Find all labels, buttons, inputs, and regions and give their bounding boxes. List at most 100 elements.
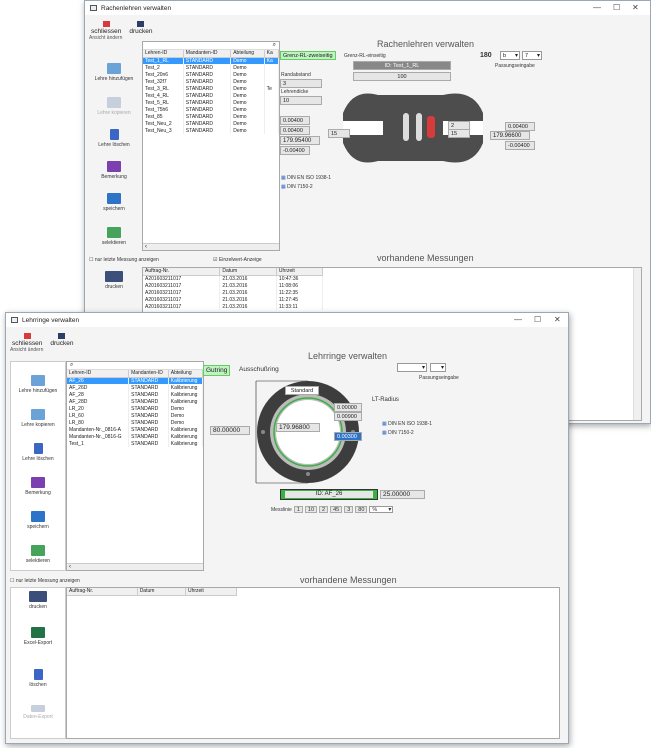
table-row[interactable]: Test_85 STANDARD Demo bbox=[143, 113, 279, 120]
left-lower-tol[interactable]: -0.00400 bbox=[280, 146, 310, 155]
save-button[interactable]: speichern bbox=[13, 511, 63, 530]
delete-gauge-button[interactable]: Lehre löschen bbox=[89, 129, 139, 148]
ml-2[interactable]: 10 bbox=[304, 506, 318, 513]
table-row[interactable]: AF_28D STANDARD Kalibrierung bbox=[67, 398, 203, 405]
ml-1[interactable]: 1 bbox=[293, 506, 303, 513]
minimize-icon[interactable]: — bbox=[593, 3, 601, 12]
data-export-button[interactable]: Daten-Export bbox=[13, 705, 63, 720]
table-row[interactable]: LR_60 STANDARD Demo bbox=[67, 412, 203, 419]
right-upper-tol[interactable]: 0.00400 bbox=[505, 122, 535, 131]
print-measure-button[interactable]: drucken bbox=[13, 591, 63, 610]
table-row[interactable]: Test_Neu_2 STANDARD Demo bbox=[143, 120, 279, 127]
copy-gauge-button[interactable]: Lehre kopieren bbox=[89, 97, 139, 116]
col-header[interactable]: Abteilung bbox=[230, 50, 265, 58]
ml-6[interactable]: 80 bbox=[355, 506, 368, 513]
close-icon[interactable]: ✕ bbox=[632, 3, 639, 12]
excel-export-button[interactable]: Excel-Export bbox=[13, 627, 63, 646]
col-header[interactable]: Datum bbox=[219, 268, 277, 276]
lower-tol[interactable]: 0.00900 bbox=[334, 412, 362, 421]
table-row[interactable]: A201603211017 21.03.2016 11:27:45 bbox=[143, 296, 324, 303]
remark-button[interactable]: Bemerkung bbox=[89, 161, 139, 180]
table-row[interactable]: Test_32f7 STANDARD Demo bbox=[143, 78, 279, 85]
print-button[interactable]: drucken bbox=[129, 21, 152, 35]
print-measure-button[interactable]: drucken bbox=[89, 271, 139, 290]
delete-gauge-button[interactable]: Lehre löschen bbox=[13, 443, 63, 462]
add-gauge-button[interactable]: Lehre hinzufügen bbox=[13, 375, 63, 394]
table-row[interactable]: A201603211017 21.03.2016 11:08:06 bbox=[143, 282, 324, 289]
table-row[interactable]: Test_1 STANDARD Kalibrierung bbox=[67, 440, 203, 447]
view-menu[interactable]: Ansicht ändern bbox=[6, 347, 568, 353]
col-header[interactable]: Auftrag-Nr. bbox=[67, 588, 138, 596]
add-gauge-button[interactable]: Lehre hinzufügen bbox=[89, 63, 139, 82]
col-header[interactable]: Abteilung bbox=[168, 370, 203, 378]
table-row[interactable]: Mandanten-Nr._0816-A STANDARD Kalibrierung bbox=[67, 426, 203, 433]
col-header[interactable]: Lehren-ID bbox=[67, 370, 130, 378]
table-row[interactable]: Test_5_RL STANDARD Demo bbox=[143, 99, 279, 106]
table-row[interactable]: Test_4_RL STANDARD Demo bbox=[143, 92, 279, 99]
norm-link-1[interactable]: ▦ DIN EN ISO 1938-1 bbox=[382, 421, 432, 427]
left-upper-tol-1[interactable]: 0.00400 bbox=[280, 116, 310, 125]
left-width[interactable]: 15 bbox=[328, 129, 350, 138]
delete-measure-button[interactable]: löschen bbox=[13, 669, 63, 688]
horizontal-scrollbar[interactable]: ‹ bbox=[143, 243, 279, 250]
single-value-checkbox[interactable]: ☑ Einzelwert-Anzeige bbox=[213, 257, 262, 263]
fit-combo-2[interactable] bbox=[430, 363, 446, 372]
edge-distance-field[interactable]: 3 bbox=[280, 79, 322, 88]
outer-diameter[interactable]: 80.00000 bbox=[210, 426, 250, 435]
right-lower-tol[interactable]: -0.00400 bbox=[505, 141, 535, 150]
print-button[interactable]: drucken bbox=[50, 333, 73, 347]
last-measure-checkbox[interactable]: ☐ nur letzte Messung anzeigen bbox=[89, 257, 159, 263]
table-row[interactable]: Test_Neu_3 STANDARD Demo bbox=[143, 127, 279, 134]
norm-link-2[interactable]: ▦ DIN 7150-2 bbox=[281, 184, 313, 190]
ml-3[interactable]: 2 bbox=[319, 506, 329, 513]
search-icon[interactable]: ⌕ bbox=[67, 362, 203, 370]
fit-combo-b[interactable]: b bbox=[500, 51, 520, 60]
ring-width[interactable]: 25.00000 bbox=[380, 490, 425, 499]
save-button[interactable]: speichern bbox=[89, 193, 139, 212]
table-row[interactable]: Test_1_RL STANDARD Demo Ka bbox=[143, 57, 279, 64]
table-row[interactable]: LR_80 STANDARD Demo bbox=[67, 419, 203, 426]
minimize-icon[interactable]: — bbox=[514, 315, 522, 324]
ml-unit-combo[interactable]: % bbox=[369, 506, 394, 513]
maximize-icon[interactable]: ☐ bbox=[613, 3, 620, 12]
last-measure-checkbox[interactable]: ☐ nur letzte Messung anzeigen bbox=[10, 578, 80, 584]
col-header[interactable]: Auftrag-Nr. bbox=[143, 268, 221, 276]
table-row[interactable]: AF_28 STANDARD Kalibrierung bbox=[67, 391, 203, 398]
table-row[interactable]: AF_26 STANDARD Kalibrierung bbox=[67, 377, 203, 384]
close-button[interactable]: schliessen bbox=[91, 21, 121, 35]
thickness-field[interactable]: 10 bbox=[280, 96, 322, 105]
search-icon[interactable]: ⌕ bbox=[143, 42, 279, 50]
left-upper-tol-2[interactable]: 0.00400 bbox=[280, 126, 310, 135]
col-header[interactable]: Uhrzeit bbox=[276, 268, 324, 276]
col-header[interactable]: Datum bbox=[137, 588, 186, 596]
tab-good-ring[interactable]: Gutring bbox=[203, 365, 231, 376]
close-icon[interactable]: ✕ bbox=[554, 315, 561, 324]
table-row[interactable]: Test_2 STANDARD Demo bbox=[143, 64, 279, 71]
select-button[interactable]: selektieren bbox=[89, 227, 139, 246]
col-header[interactable]: Ka bbox=[264, 50, 279, 58]
ml-5[interactable]: 3 bbox=[344, 506, 354, 513]
table-row[interactable]: LR_20 STANDARD Demo bbox=[67, 405, 203, 412]
table-row[interactable]: AF_26D STANDARD Kalibrierung bbox=[67, 384, 203, 391]
right-nominal[interactable]: 179.96600 bbox=[490, 131, 530, 140]
table-row[interactable]: Test_75h6 STANDARD Demo bbox=[143, 106, 279, 113]
table-row[interactable]: A201603211017 21.03.2016 11:22:35 bbox=[143, 289, 324, 296]
table-row[interactable]: Mandanten-Nr._0816-G STANDARD Kalibrierung bbox=[67, 433, 203, 440]
col-header[interactable]: Lehren-ID bbox=[143, 50, 184, 58]
tab-reject-ring[interactable]: Ausschußring bbox=[239, 366, 279, 373]
close-button[interactable]: schliessen bbox=[12, 333, 42, 347]
fit-combo-1[interactable] bbox=[397, 363, 427, 372]
norm-link-2[interactable]: ▦ DIN 7150-2 bbox=[382, 430, 414, 436]
nominal-diameter[interactable]: 179.96800 bbox=[276, 423, 320, 432]
table-row[interactable]: A201603211017 21.03.2016 11:33:11 bbox=[143, 303, 324, 310]
norm-link-1[interactable]: ▦ DIN EN ISO 1938-1 bbox=[281, 175, 331, 181]
left-nominal[interactable]: 179.95400 bbox=[280, 136, 320, 145]
maximize-icon[interactable]: ☐ bbox=[534, 315, 541, 324]
table-row[interactable]: A201603211017 21.03.2016 10:47:36 bbox=[143, 275, 324, 282]
tab-one-sided[interactable]: Grenz-RL-einseitig bbox=[344, 53, 386, 59]
col-header[interactable]: Uhrzeit bbox=[185, 588, 238, 596]
table-row[interactable]: Test_3_RL STANDARD Demo Te bbox=[143, 85, 279, 92]
ml-4[interactable]: 45 bbox=[330, 506, 343, 513]
vertical-scrollbar[interactable] bbox=[633, 268, 641, 420]
upper-tol[interactable]: 0.00000 bbox=[334, 403, 362, 412]
